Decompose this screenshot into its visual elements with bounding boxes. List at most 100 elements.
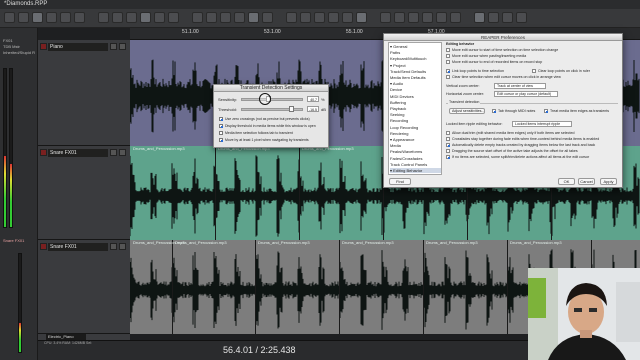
toolbar-button[interactable]	[450, 12, 461, 23]
find-button[interactable]: Find	[389, 178, 411, 185]
vertical-zoom-select[interactable]: Track at center of view	[494, 83, 546, 89]
toolbar-button[interactable]	[112, 12, 123, 23]
tree-item[interactable]: Buffering	[390, 100, 441, 105]
zero-crossings-checkbox[interactable]	[219, 117, 223, 121]
tab-midi-checkbox[interactable]	[492, 109, 496, 113]
record-arm-button[interactable]	[40, 243, 47, 250]
toolbar-button[interactable]	[206, 12, 217, 23]
toolbar-button[interactable]	[234, 12, 245, 23]
toolbar-button[interactable]	[516, 12, 527, 23]
threshold-value[interactable]: -16.5	[307, 106, 319, 112]
pref-checkbox[interactable]	[446, 137, 450, 141]
toolbar-button[interactable]	[98, 12, 109, 23]
tree-item[interactable]: Rendering	[390, 131, 441, 136]
tree-item[interactable]: Device	[390, 87, 441, 92]
pref-checkbox[interactable]	[446, 131, 450, 135]
track-header-piano[interactable]: Piano	[38, 40, 130, 146]
clear-loop-checkbox[interactable]	[532, 69, 536, 73]
sensitivity-value[interactable]: 40.7	[307, 96, 319, 102]
record-arm-button[interactable]	[40, 149, 47, 156]
selection-follows-checkbox[interactable]	[219, 131, 223, 135]
tree-item[interactable]: Recording	[390, 118, 441, 123]
track-name[interactable]: Snare FX01	[48, 149, 108, 157]
toolbar-button[interactable]	[46, 12, 57, 23]
solo-button[interactable]	[119, 243, 126, 250]
tree-item[interactable]: Media	[390, 143, 441, 148]
record-arm-button[interactable]	[40, 43, 47, 50]
toolbar-button[interactable]	[248, 12, 259, 23]
toolbar-button[interactable]	[502, 12, 513, 23]
toolbar-button[interactable]	[380, 12, 391, 23]
toolbar-button[interactable]	[18, 12, 29, 23]
cancel-button[interactable]: Cancel	[578, 178, 595, 185]
sensitivity-slider[interactable]	[241, 98, 303, 101]
toolbar-button[interactable]	[32, 12, 43, 23]
pref-checkbox[interactable]	[446, 54, 450, 58]
toolbar-button[interactable]	[192, 12, 203, 23]
toolbar-button[interactable]	[394, 12, 405, 23]
mute-button[interactable]	[110, 243, 117, 250]
toolbar-button[interactable]	[286, 12, 297, 23]
tree-item[interactable]: Loop Recording	[390, 125, 441, 130]
clear-time-checkbox[interactable]	[446, 75, 450, 79]
ok-button[interactable]: OK	[558, 178, 575, 185]
toolbar-button[interactable]	[140, 12, 151, 23]
tree-item[interactable]: ▾ Appearance	[390, 137, 441, 142]
mute-button[interactable]	[110, 43, 117, 50]
horizontal-zoom-select[interactable]: Edit cursor or play cursor (default)	[494, 91, 558, 97]
tree-item[interactable]: Keyboard/Multitouch	[390, 56, 441, 61]
toolbar-button[interactable]	[74, 12, 85, 23]
link-loop-checkbox[interactable]	[446, 69, 450, 73]
pref-checkbox[interactable]	[446, 149, 450, 153]
tree-item[interactable]: ▾ Editing Behavior	[390, 168, 441, 173]
pref-checkbox[interactable]	[446, 48, 450, 52]
tree-item[interactable]: ▾ Project	[390, 63, 441, 68]
toolbar-button[interactable]	[168, 12, 179, 23]
track-header-snare-b[interactable]: Snare FX01	[38, 240, 130, 334]
tree-item[interactable]: ▾ General	[390, 44, 441, 49]
threshold-knob[interactable]	[289, 106, 294, 112]
toolbar-button[interactable]	[408, 12, 419, 23]
toolbar-button[interactable]	[474, 12, 485, 23]
locked-ripple-select[interactable]: Locked items interrupt ripple	[512, 121, 572, 127]
toolbar-button[interactable]	[126, 12, 137, 23]
toolbar-button[interactable]	[262, 12, 273, 23]
toolbar-button[interactable]	[220, 12, 231, 23]
pref-checkbox[interactable]	[446, 155, 450, 159]
tree-item[interactable]: Seeking	[390, 112, 441, 117]
toolbar-button[interactable]	[488, 12, 499, 23]
adjust-sensitivities-button[interactable]: Adjust sensitivities...	[449, 108, 485, 114]
solo-button[interactable]	[119, 149, 126, 156]
display-threshold-checkbox[interactable]	[219, 124, 223, 128]
toolbar-button[interactable]	[154, 12, 165, 23]
toolbar-button[interactable]	[60, 12, 71, 23]
toolbar-button[interactable]	[436, 12, 447, 23]
tree-item[interactable]: Playback	[390, 106, 441, 111]
preferences-category-tree[interactable]: ▾ General Paths Keyboard/Multitouch ▾ Pro…	[388, 42, 442, 175]
toolbar-button[interactable]	[300, 12, 311, 23]
toolbar-button[interactable]	[356, 12, 367, 23]
mute-button[interactable]	[110, 149, 117, 156]
pref-checkbox[interactable]	[446, 143, 450, 147]
tree-item[interactable]: Peaks/Waveforms	[390, 149, 441, 154]
pref-checkbox[interactable]	[446, 60, 450, 64]
solo-button[interactable]	[119, 43, 126, 50]
toolbar-button[interactable]	[314, 12, 325, 23]
tree-item[interactable]: ▾ Audio	[390, 81, 441, 86]
toolbar-button[interactable]	[422, 12, 433, 23]
tree-item[interactable]: MIDI Devices	[390, 94, 441, 99]
tree-item[interactable]: Fades/Crossfades	[390, 156, 441, 161]
tree-item[interactable]: Paths	[390, 50, 441, 55]
track-name[interactable]: Snare FX01	[48, 243, 108, 251]
track-header-snare-a[interactable]: Snare FX01	[38, 146, 130, 240]
tree-item[interactable]: Track Control Panels	[390, 162, 441, 167]
tree-item[interactable]: Media Item Defaults	[390, 75, 441, 80]
treat-media-checkbox[interactable]	[544, 109, 548, 113]
track-name[interactable]: Piano	[48, 43, 108, 51]
tree-item[interactable]: Track/Send Defaults	[390, 69, 441, 74]
toolbar-button[interactable]	[328, 12, 339, 23]
toolbar-button[interactable]	[342, 12, 353, 23]
toolbar-button[interactable]	[4, 12, 15, 23]
apply-button[interactable]: Apply	[600, 178, 617, 185]
move-pixel-checkbox[interactable]	[219, 138, 223, 142]
